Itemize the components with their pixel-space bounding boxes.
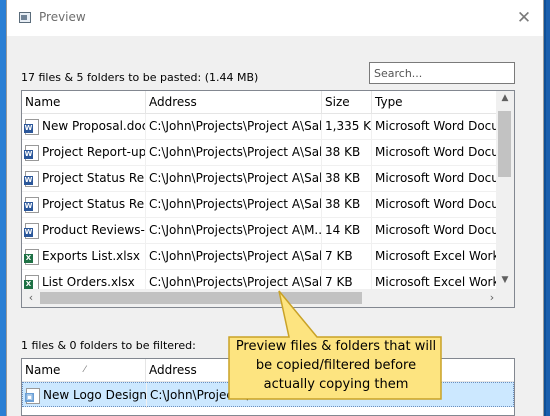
cell-name: Project Report-up... [42,145,146,159]
cell-name: Exports List.xlsx [42,249,140,263]
pasted-summary: 17 files & 5 folders to be pasted: (1.44… [21,71,259,84]
cell-name-container: ▣ New Logo Design... [23,383,147,408]
column-header-size[interactable]: Size [322,91,372,113]
cell-name: List Orders.xlsx [42,275,135,289]
cell-size: 38 KB [322,166,372,191]
cell-address: C:\John\Projects\Project A\Sal... [146,244,322,269]
horizontal-scroll-thumb[interactable] [40,292,362,304]
cell-type: Microsoft Word Docum [375,171,496,185]
title-bar: Preview ✕ [7,0,543,36]
file-type-badge: W [24,150,33,159]
files-to-paste-list[interactable]: Name Address Size Type W New Proposal.doc… [21,90,515,308]
column-header-name[interactable]: Name ⁄ [22,359,146,381]
file-type-badge: W [24,176,33,185]
preview-callout: Preview files & folders that will be cop… [225,290,445,403]
cell-name: Project Status Rep... [42,171,145,185]
cell-name: Product Reviews-... [42,223,146,237]
file-type-badge: W [24,202,33,211]
cell-type: Microsoft Word Docum [375,197,496,211]
column-header-type[interactable]: Type [372,91,496,113]
word-icon: W [24,223,39,239]
file-type-badge: X [24,254,33,263]
vertical-scrollbar[interactable]: ▲ ▼ [496,91,514,289]
cell-name-container: X Exports List.xlsx [22,244,146,269]
callout-text: Preview files & folders that will be cop… [235,339,437,392]
cell-name-container: W Project Status Rep... [22,192,146,217]
table-row[interactable]: W New Proposal.docx C:\John\Projects\Proje… [22,114,496,140]
cell-address: C:\John\Projects\Project A\M... [146,218,322,243]
sort-indicator-icon: ⁄ [84,365,86,375]
cell-size: 14 KB [322,218,372,243]
cell-type: Microsoft Excel Worksh [375,249,496,263]
window-title: Preview [39,10,86,24]
cell-size: 38 KB [322,140,372,165]
table-row[interactable]: W Project Status Rep...C:\John\Projects\P… [22,192,496,218]
cell-address: C:\John\Projects\Project A\Sal... [146,166,322,191]
column-header-label: Name [25,363,61,377]
cell-name: New Proposal.docx [42,119,146,133]
scroll-left-icon[interactable]: ‹ [23,291,39,304]
word-icon: W [24,119,39,135]
image-icon: ▣ [25,388,40,404]
file-type-badge: W [24,124,33,133]
cell-type: Microsoft Word Docum [375,145,496,159]
close-button[interactable]: ✕ [511,6,537,30]
table-row[interactable]: W Product Reviews-... C:\John\Projects\Pro… [22,218,496,244]
scroll-right-icon[interactable]: › [484,291,500,304]
cell-size: 38 KB [322,192,372,217]
table-row[interactable]: X Exports List.xlsx C:\John\Projects\Proje… [22,244,496,270]
cell-name-container: W Project Report-up... [22,140,146,165]
cell-name-container: W New Proposal.docx [22,114,146,139]
word-icon: W [24,197,39,213]
cell-size: 7 KB [322,244,372,269]
cell-name-container: W Project Status Rep... [22,166,146,191]
filtered-summary: 1 files & 0 folders to be filtered: [21,339,196,352]
column-header-name[interactable]: Name [22,91,146,113]
cell-address: C:\John\Projects\Project A\Sal... [146,192,322,217]
cell-size: 1,335 KB [322,114,372,139]
cell-name-container: W Product Reviews-... [22,218,146,243]
file-type-badge: W [24,228,33,237]
window-app-icon [19,12,31,23]
scroll-down-icon[interactable]: ▼ [496,275,514,285]
cell-type: Microsoft Word Docum [375,223,496,237]
cell-type: Microsoft Word Docum [375,119,496,133]
desktop-edge [546,0,550,416]
cell-address: C:\John\Projects\Project A\Sal... [146,140,322,165]
horizontal-scrollbar[interactable]: ‹ › [22,289,514,307]
cell-name: Project Status Rep... [42,197,145,211]
file-type-badge: ▣ [25,393,34,402]
cell-address: C:\John\Projects\Project A\Sal... [146,114,322,139]
vertical-scroll-thumb[interactable] [498,111,511,177]
word-icon: W [24,171,39,187]
cell-name: New Logo Design... [43,388,147,402]
list-header: Name Address Size Type [22,91,496,114]
search-input[interactable] [369,62,515,84]
list-rows: W New Proposal.docx C:\John\Projects\Proje… [22,114,496,296]
file-type-badge: X [24,280,33,289]
table-row[interactable]: W Project Report-up...C:\John\Projects\Pr… [22,140,496,166]
table-row[interactable]: W Project Status Rep...C:\John\Projects\P… [22,166,496,192]
scroll-up-icon[interactable]: ▲ [496,93,514,103]
column-header-address[interactable]: Address [146,91,322,113]
excel-icon: X [24,249,39,265]
word-icon: W [24,145,39,161]
